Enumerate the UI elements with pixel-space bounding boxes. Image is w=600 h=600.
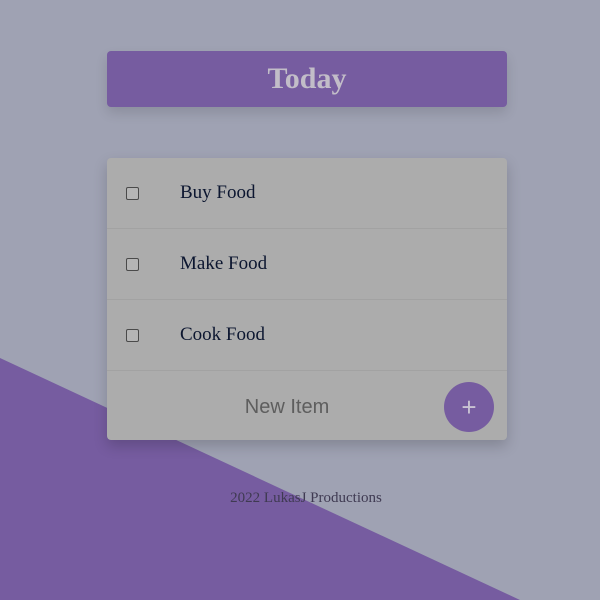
- new-item-form: +: [107, 371, 507, 440]
- item-label: Make Food: [180, 253, 268, 274]
- footer-credit: 2022 LukasJ Productions: [230, 490, 382, 506]
- heading-box: Today: [107, 51, 507, 107]
- list-item: Buy Food: [107, 158, 507, 229]
- add-item-button[interactable]: +: [444, 382, 494, 432]
- item-checkbox[interactable]: [126, 257, 139, 271]
- new-item-input[interactable]: [147, 383, 427, 431]
- plus-icon: +: [461, 392, 477, 422]
- list-item: Make Food: [107, 229, 507, 300]
- todo-list: Buy Food Make Food Cook Food +: [107, 158, 507, 440]
- item-checkbox[interactable]: [126, 186, 139, 200]
- list-item: Cook Food: [107, 300, 507, 371]
- item-label: Cook Food: [180, 324, 265, 345]
- page-title: Today: [267, 62, 347, 95]
- item-checkbox[interactable]: [126, 328, 139, 342]
- item-label: Buy Food: [180, 182, 256, 203]
